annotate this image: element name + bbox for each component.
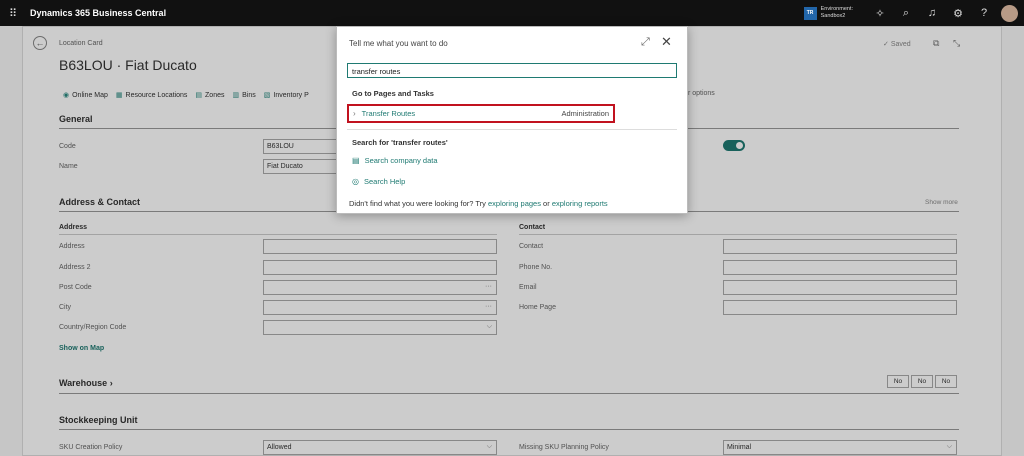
search-for-heading: Search for 'transfer routes' <box>352 138 448 147</box>
chevron-right-icon: › <box>353 109 356 118</box>
footer-mid: or <box>540 199 552 208</box>
search-help-link[interactable]: ◎ Search Help <box>352 177 405 186</box>
dialog-title: Tell me what you want to do <box>349 39 448 48</box>
environment-label: Environment: <box>820 6 853 12</box>
pages-and-tasks-heading: Go to Pages and Tasks <box>352 89 434 98</box>
search-company-data-link[interactable]: ▤ Search company data <box>352 156 438 165</box>
bell-icon[interactable]: ♫ <box>919 0 945 26</box>
environment-name: Sandbox2 <box>820 13 846 19</box>
help-circle-icon: ◎ <box>352 177 359 186</box>
exploring-reports-link[interactable]: exploring reports <box>552 199 608 208</box>
gear-icon[interactable]: ⚙ <box>945 0 971 26</box>
expand-icon[interactable]: ⤢ <box>641 36 650 49</box>
environment-badge[interactable]: TR <box>803 6 817 20</box>
document-icon: ▤ <box>352 156 360 165</box>
copilot-icon[interactable]: ✧ <box>867 0 893 26</box>
help-icon[interactable]: ? <box>971 0 997 26</box>
dialog-divider <box>347 129 677 130</box>
search-company-label: Search company data <box>364 156 438 165</box>
app-name[interactable]: Dynamics 365 Business Central <box>30 8 166 18</box>
close-icon[interactable]: ✕ <box>661 34 672 50</box>
exploring-pages-link[interactable]: exploring pages <box>488 199 541 208</box>
top-bar-right: TR Environment: Sandbox2 ✧ ⌕ ♫ ⚙ ? <box>803 0 1024 26</box>
footer-prefix: Didn't find what you were looking for? T… <box>349 199 488 208</box>
result-category: Administration <box>561 109 609 118</box>
result-transfer-routes[interactable]: › Transfer Routes Administration <box>347 104 615 123</box>
avatar[interactable] <box>1001 4 1018 22</box>
dialog-footer: Didn't find what you were looking for? T… <box>349 199 608 208</box>
app-launcher-icon[interactable]: ⠿ <box>0 0 26 26</box>
result-label: Transfer Routes <box>361 109 416 118</box>
search-icon[interactable]: ⌕ <box>893 0 919 26</box>
search-help-label: Search Help <box>363 177 406 186</box>
search-input[interactable]: transfer routes <box>347 63 677 78</box>
top-bar: ⠿ Dynamics 365 Business Central TR Envir… <box>0 0 1024 26</box>
environment-info[interactable]: Environment: Sandbox2 <box>821 6 853 20</box>
tell-me-dialog: Tell me what you want to do ⤢ ✕ transfer… <box>336 26 688 214</box>
